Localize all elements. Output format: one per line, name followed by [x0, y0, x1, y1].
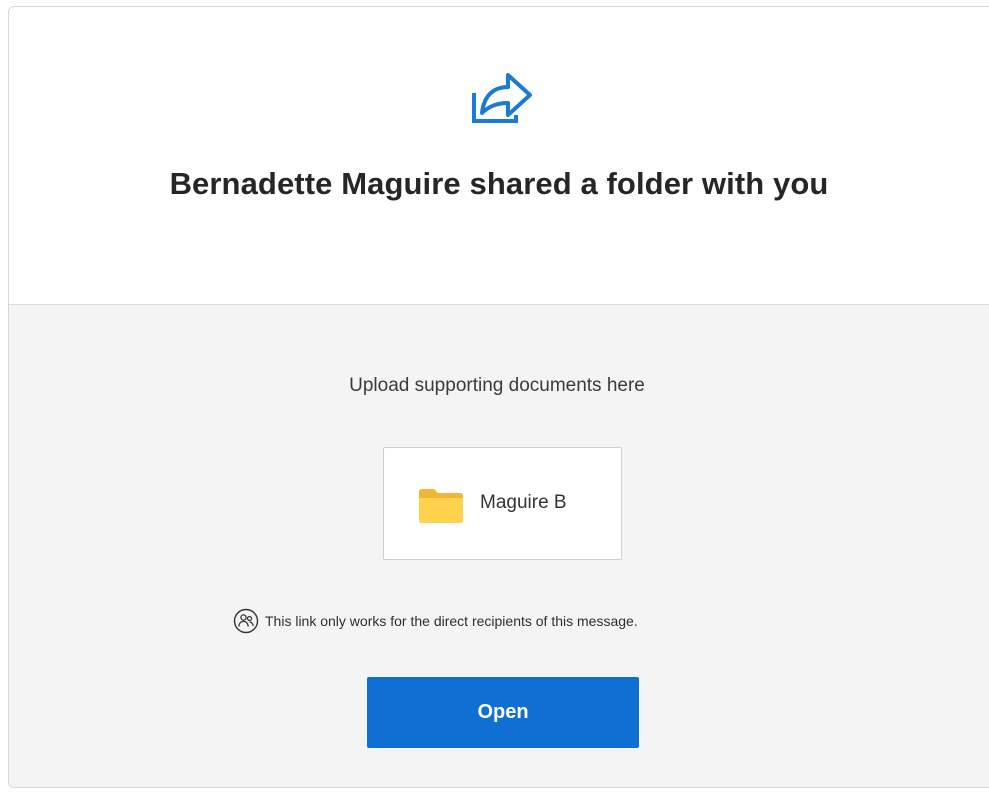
share-notification-card: Bernadette Maguire shared a folder with …: [8, 6, 989, 788]
folder-name: Maguire B: [480, 492, 567, 513]
page-title: Bernadette Maguire shared a folder with …: [169, 166, 829, 201]
card-header: Bernadette Maguire shared a folder with …: [9, 7, 989, 305]
notice-text: This link only works for the direct reci…: [265, 613, 638, 629]
folder-icon: [419, 489, 463, 523]
people-icon: [233, 608, 259, 634]
share-arrow-icon: [472, 73, 532, 123]
share-message: Upload supporting documents here: [349, 375, 645, 396]
shared-folder-tile[interactable]: Maguire B: [383, 447, 622, 560]
recipient-notice: This link only works for the direct reci…: [233, 608, 638, 634]
card-body: Upload supporting documents here Maguire…: [9, 305, 989, 787]
open-button[interactable]: Open: [367, 677, 639, 748]
